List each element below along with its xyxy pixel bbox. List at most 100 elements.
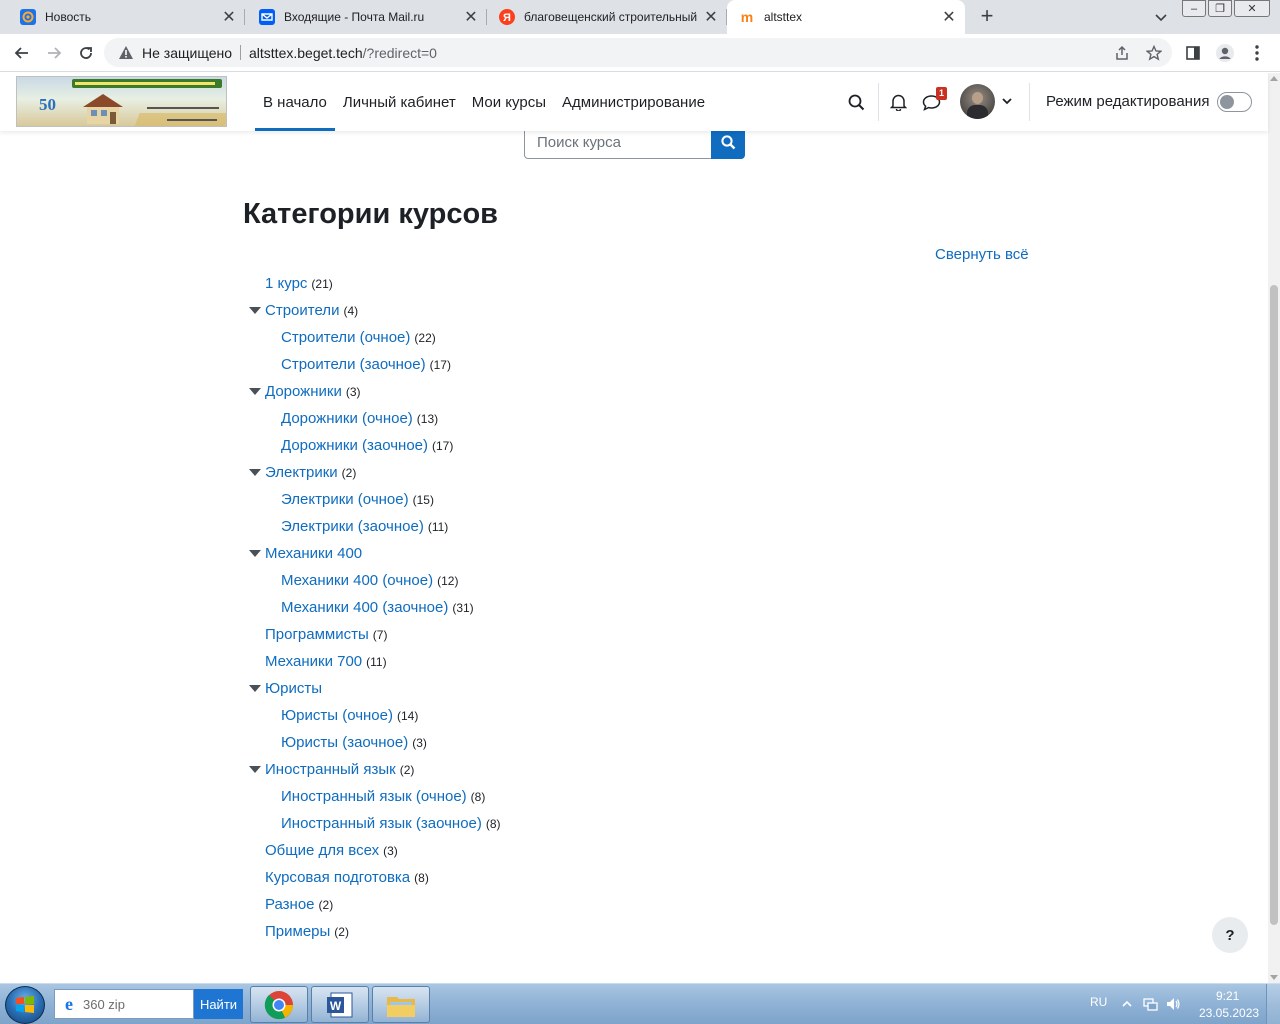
expand-caret-icon[interactable] [249, 550, 261, 557]
close-icon[interactable]: ✕ [701, 7, 721, 27]
address-bar[interactable]: Не защищено altsttex.beget.tech/?redirec… [104, 38, 1172, 67]
category-link[interactable]: Дорожники (заочное) [281, 437, 428, 454]
warning-triangle-icon[interactable] [118, 45, 134, 65]
chevron-down-icon[interactable] [1001, 95, 1013, 107]
category-link[interactable]: Электрики (заочное) [281, 518, 424, 535]
profile-icon[interactable] [1215, 43, 1235, 63]
category-item: Механики 400 [247, 540, 947, 567]
restore-icon[interactable]: ❐ [1208, 0, 1232, 17]
course-count: (3) [383, 843, 398, 858]
language-indicator[interactable]: RU [1090, 995, 1107, 1009]
menu-item-dashboard[interactable]: Личный кабинет [335, 73, 464, 131]
close-icon[interactable]: ✕ [461, 7, 481, 27]
category-link[interactable]: Дорожники (очное) [281, 410, 413, 427]
avatar[interactable] [960, 84, 995, 119]
help-button[interactable]: ? [1212, 917, 1248, 953]
course-count: (8) [414, 870, 429, 885]
url-text[interactable]: altsttex.beget.tech/?redirect=0 [249, 45, 437, 61]
taskbar-search-value: 360 zip [83, 996, 125, 1012]
category-link[interactable]: Механики 400 (заочное) [281, 599, 448, 616]
menu-item-home[interactable]: В начало [255, 73, 335, 131]
menu-item-my-courses[interactable]: Мои курсы [464, 73, 554, 131]
page-scrollbar[interactable] [1268, 73, 1280, 983]
category-link[interactable]: Механики 400 (очное) [281, 572, 433, 589]
browser-toolbar: Не защищено altsttex.beget.tech/?redirec… [0, 34, 1280, 72]
network-icon[interactable] [1142, 996, 1158, 1012]
back-arrow-icon[interactable] [11, 42, 33, 64]
category-link[interactable]: Программисты [265, 626, 369, 643]
expand-caret-icon[interactable] [249, 388, 261, 395]
category-link[interactable]: Электрики (очное) [281, 491, 409, 508]
category-link[interactable]: Электрики [265, 464, 338, 481]
category-link[interactable]: Примеры [265, 923, 330, 940]
show-desktop-button[interactable] [1266, 984, 1280, 1024]
expand-caret-icon[interactable] [249, 766, 261, 773]
course-count: (3) [412, 735, 427, 750]
browser-tab-novost[interactable]: Новость ✕ [8, 0, 245, 34]
category-link[interactable]: Иностранный язык (заочное) [281, 815, 482, 832]
category-item: Примеры (2) [247, 918, 947, 945]
category-link[interactable]: Дорожники [265, 383, 342, 400]
site-navbar: 50 В начало Личный кабинет Мои курсы Адм… [0, 73, 1268, 131]
expand-caret-icon[interactable] [249, 469, 261, 476]
menu-item-site-admin[interactable]: Администрирование [554, 73, 713, 131]
reload-icon[interactable] [75, 42, 97, 64]
course-count: (31) [452, 600, 474, 615]
category-link[interactable]: Общие для всех [265, 842, 379, 859]
site-logo[interactable]: 50 [16, 76, 227, 127]
clock-time[interactable]: 9:21 [1216, 989, 1239, 1003]
forward-arrow-icon[interactable] [43, 42, 65, 64]
tab-search-chevron-icon[interactable] [1152, 8, 1170, 26]
course-count: (17) [432, 438, 454, 453]
browser-tab-yandex[interactable]: Я благовещенский строительный ✕ [487, 0, 727, 34]
category-link[interactable]: Строители (очное) [281, 329, 410, 346]
scroll-down-arrow-icon[interactable] [1270, 975, 1278, 980]
new-tab-button[interactable]: + [976, 5, 998, 28]
scrollbar-thumb[interactable] [1270, 285, 1278, 925]
category-link[interactable]: Юристы [265, 680, 322, 697]
tray-expand-icon[interactable] [1119, 996, 1135, 1012]
taskbar-app-word[interactable]: W [311, 986, 369, 1023]
expand-caret-icon[interactable] [249, 307, 261, 314]
share-icon[interactable] [1114, 45, 1130, 61]
clock-date[interactable]: 23.05.2023 [1199, 1006, 1259, 1020]
subcategory-item: Электрики (заочное) (11) [247, 513, 947, 540]
course-count: (3) [345, 384, 361, 399]
category-link[interactable]: Механики 700 [265, 653, 362, 670]
category-link[interactable]: Строители (заочное) [281, 356, 426, 373]
scroll-up-arrow-icon[interactable] [1270, 76, 1278, 81]
category-link[interactable]: Юристы (очное) [281, 707, 393, 724]
category-link[interactable]: Механики 400 [265, 545, 362, 562]
category-link[interactable]: Юристы (заочное) [281, 734, 408, 751]
browser-tab-altsttex[interactable]: m altsttex ✕ [727, 0, 965, 34]
taskbar-search-field[interactable]: e 360 zip [54, 989, 194, 1019]
security-label[interactable]: Не защищено [142, 45, 232, 61]
category-link[interactable]: Иностранный язык [265, 761, 396, 778]
taskbar-app-explorer[interactable] [372, 986, 430, 1023]
category-item: Дорожники (3) [247, 378, 947, 405]
taskbar-app-chrome[interactable] [250, 986, 308, 1023]
minimize-icon[interactable]: – [1182, 0, 1206, 17]
volume-icon[interactable] [1165, 996, 1181, 1012]
close-icon[interactable]: ✕ [219, 7, 239, 27]
bell-icon[interactable] [888, 92, 908, 112]
expand-caret-icon[interactable] [249, 685, 261, 692]
course-count: (12) [437, 573, 459, 588]
category-link[interactable]: Курсовая подготовка [265, 869, 410, 886]
category-link[interactable]: Разное [265, 896, 315, 913]
windows-start-icon[interactable] [5, 986, 45, 1024]
category-link[interactable]: Строители [265, 302, 339, 319]
browser-tab-mail[interactable]: Входящие - Почта Mail.ru ✕ [247, 0, 487, 34]
search-icon[interactable] [846, 92, 866, 112]
star-bookmark-icon[interactable] [1145, 44, 1163, 61]
kebab-menu-icon[interactable] [1247, 43, 1267, 63]
side-panel-icon[interactable] [1183, 43, 1203, 63]
taskbar-search-button[interactable]: Найти [194, 989, 243, 1019]
category-link[interactable]: Иностранный язык (очное) [281, 788, 467, 805]
collapse-all-link[interactable]: Свернуть всё [935, 246, 1029, 263]
close-icon[interactable]: ✕ [939, 7, 959, 27]
window-close-icon[interactable]: ✕ [1234, 0, 1270, 17]
subcategory-item: Строители (заочное) (17) [247, 351, 947, 378]
category-link[interactable]: 1 курс [265, 275, 307, 292]
edit-mode-toggle[interactable] [1217, 92, 1252, 112]
